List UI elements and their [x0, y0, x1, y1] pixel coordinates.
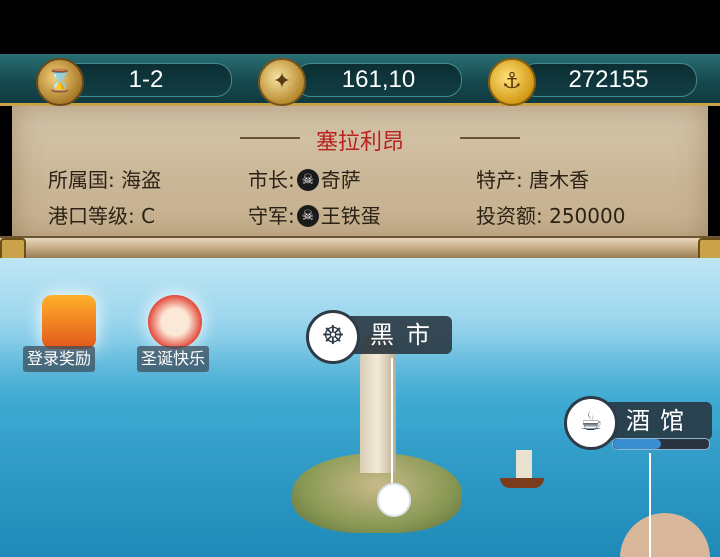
garrison-label: 守军:: [248, 204, 295, 228]
black-market-marker[interactable]: ☸ 黑市: [306, 310, 452, 364]
gold-value: 272155: [568, 66, 649, 93]
investment-text: 投资额: 250000: [476, 204, 626, 228]
compass-icon[interactable]: ✦: [258, 58, 306, 106]
port-level-text: 港口等级: C: [48, 204, 156, 228]
black-market-label: 黑市: [370, 321, 442, 349]
specialty-text: 特产: 唐木香: [476, 168, 590, 192]
garrison-info: 守军: ☠ 王铁蛋: [248, 200, 381, 230]
tavern-progress-bar: [612, 438, 710, 450]
skull-icon: ☠: [296, 169, 319, 191]
coordinates-value: 161,10: [341, 66, 416, 93]
ship-wheel-icon: ☸: [306, 310, 360, 364]
hourglass-icon[interactable]: ⌛: [36, 58, 84, 106]
beer-mug-icon: ☕: [564, 396, 618, 450]
coordinates-display: 161,10: [295, 63, 462, 97]
skull-icon: ☠: [296, 205, 319, 227]
login-reward-label[interactable]: 登录奖励: [23, 346, 96, 372]
tavern-marker[interactable]: ☕ 酒馆: [564, 396, 712, 450]
turn-display: 1-2: [60, 63, 232, 97]
christmas-label[interactable]: 圣诞快乐: [137, 346, 210, 372]
marker-pin-line: [649, 453, 651, 557]
domed-building: [620, 513, 710, 557]
marker-pin-line: [391, 358, 393, 483]
tavern-progress-fill: [613, 439, 661, 449]
gold-display: 272155: [520, 63, 697, 97]
location-dot[interactable]: [377, 483, 411, 517]
anchor-coin-icon[interactable]: ⚓: [488, 58, 536, 106]
top-black-bar: [0, 0, 720, 54]
mayor-info: 市长: ☠ 奇萨: [248, 164, 361, 194]
affiliation-text: 所属国: 海盗: [48, 168, 162, 192]
sailing-ship: [500, 450, 544, 492]
turn-value: 1-2: [128, 66, 164, 93]
santa-wreath-icon: [148, 295, 202, 349]
gift-box-icon: [42, 295, 96, 349]
mayor-label: 市长:: [248, 168, 295, 192]
status-bar: 1-2 ⌛ 161,10 ✦ 272155 ⚓: [0, 54, 720, 106]
garrison-name: 王铁蛋: [320, 204, 381, 228]
city-name: 塞拉利昂: [315, 130, 404, 155]
mayor-name: 奇萨: [320, 168, 361, 192]
tavern-label: 酒馆: [626, 407, 694, 435]
